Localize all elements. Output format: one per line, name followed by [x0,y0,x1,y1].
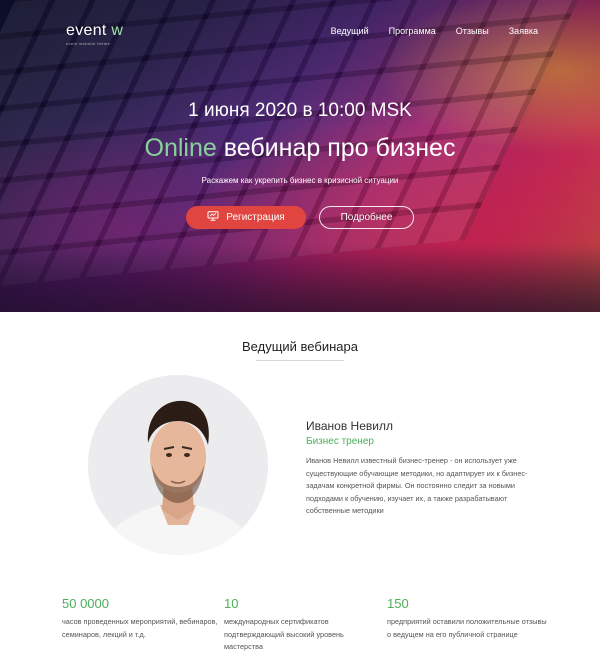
logo-tagline: event website theme [66,41,111,46]
logo[interactable]: event w event website theme [66,22,123,46]
stat-description: международных сертификатов подтверждающи… [224,617,344,651]
stat-value: 150 [387,596,409,611]
host-bio: Иванов Невилл известный бизнес-тренер - … [306,456,528,515]
host-avatar [88,375,268,555]
register-button-label: Регистрация [226,212,285,223]
nav-item-host[interactable]: Ведущий [331,26,369,36]
host-role: Бизнес тренер [306,436,374,447]
host-section-title: Ведущий вебинара [242,339,358,354]
hero-title-rest: вебинар про бизнес [216,134,456,162]
stat-description: предприятий оставили положительные отзыв… [387,617,547,639]
stat-value: 10 [224,596,239,611]
hero-subtitle: Раскажем как укрепить бизнес в кризисной… [201,176,399,185]
main-nav: Ведущий Программа Отзывы Заявка [331,26,538,36]
host-name: Иванов Невилл [306,419,393,433]
logo-accent: w [106,22,124,39]
hero-bottom-fade [0,242,600,312]
stat-description: часов проведенных мероприятий, вебинаров… [62,617,218,639]
presentation-icon [207,211,219,224]
logo-main: event [66,22,107,39]
stat-companies: 150 предприятий оставили положительные о… [387,596,547,641]
more-button[interactable]: Подробнее [319,206,414,229]
stat-certificates: 10 международных сертификатов подтвержда… [224,596,384,654]
hero-title: Online вебинар про бизнес [0,134,600,163]
hero-title-accent: Online [144,134,217,162]
event-date: 1 июня 2020 в 10:00 MSK [188,100,412,121]
logo-text: event w [66,22,123,40]
stat-hours: 50 0000 часов проведенных мероприятий, в… [62,596,222,641]
register-button[interactable]: Регистрация [186,206,306,229]
nav-item-application[interactable]: Заявка [509,26,538,36]
section-divider [256,360,344,361]
stat-value: 50 0000 [62,596,109,611]
nav-item-reviews[interactable]: Отзывы [456,26,489,36]
nav-item-program[interactable]: Программа [389,26,436,36]
